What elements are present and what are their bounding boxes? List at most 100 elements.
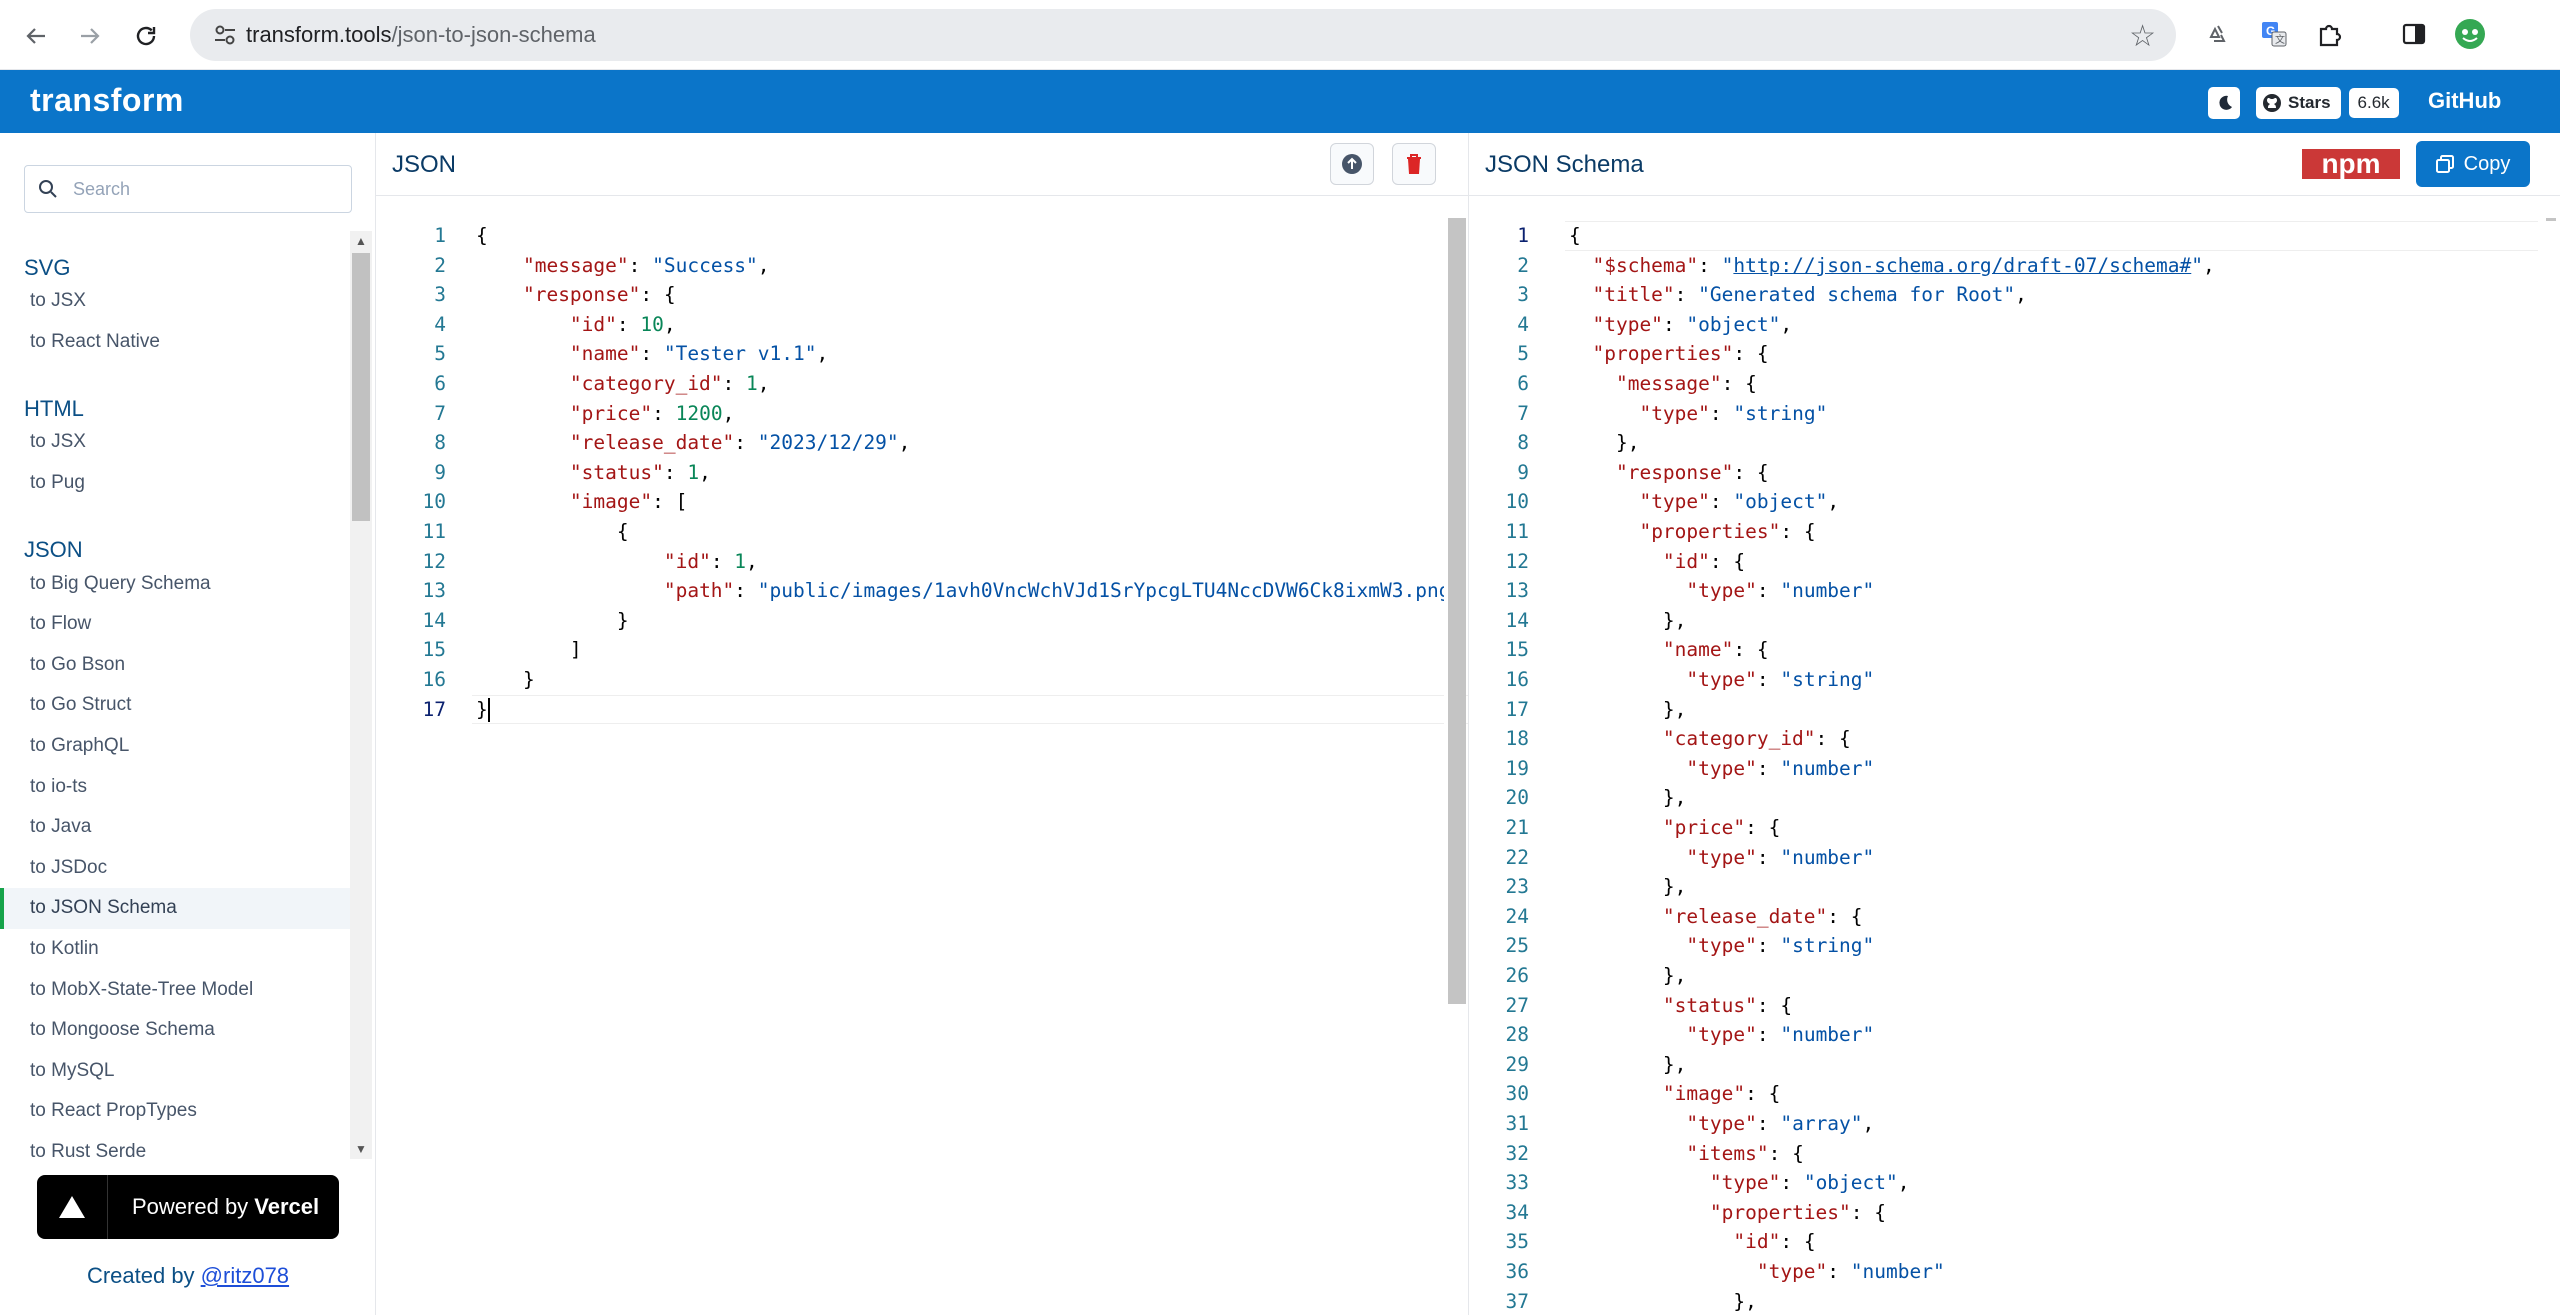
bookmark-star-icon[interactable]: ☆ xyxy=(2129,19,2156,54)
site-settings-icon[interactable] xyxy=(212,22,238,48)
code-token: : xyxy=(1756,1023,1781,1047)
line-number: 26 xyxy=(1505,964,1529,987)
scroll-up-icon[interactable]: ▲ xyxy=(350,231,372,251)
profile-avatar-icon[interactable] xyxy=(2452,16,2488,52)
search-box[interactable] xyxy=(24,165,352,213)
github-stars-label[interactable]: Stars xyxy=(2256,87,2341,119)
schema-url-link[interactable]: http://json-schema.org/draft-07/schema# xyxy=(1733,254,2191,277)
code-token: "image" xyxy=(569,490,653,514)
sidebar-item[interactable]: to Mongoose Schema xyxy=(0,1010,350,1051)
sidebar-item[interactable]: to JSX xyxy=(0,281,350,322)
side-panel-icon[interactable] xyxy=(2396,16,2432,52)
editor-scrollbar[interactable] xyxy=(1444,196,1466,1315)
editor-scroll-thumb[interactable] xyxy=(1448,218,1466,1004)
sidebar-item[interactable]: to JSDoc xyxy=(0,848,350,889)
code-token: "id" xyxy=(569,312,617,336)
code-line: } xyxy=(476,665,535,695)
sidebar-item[interactable]: to Rust Serde xyxy=(0,1132,350,1159)
sidebar-scroll-thumb[interactable] xyxy=(352,253,370,521)
npm-logo[interactable]: npm xyxy=(2302,149,2400,179)
sidebar-item[interactable]: to Kotlin xyxy=(0,929,350,970)
sidebar-item[interactable]: to Java xyxy=(0,807,350,848)
code-token: : xyxy=(1698,253,1722,277)
powered-by-vercel-button[interactable]: Powered by Vercel xyxy=(37,1175,339,1239)
recycle-extension-icon[interactable] xyxy=(2200,16,2236,52)
extensions-puzzle-icon[interactable] xyxy=(2312,16,2348,52)
back-icon[interactable] xyxy=(18,18,54,54)
schema-output-editor[interactable]: 1 {2 "$schema": "http://json-schema.org/d… xyxy=(1469,196,2560,1315)
line-number: 10 xyxy=(422,490,446,514)
line-number: 13 xyxy=(1505,579,1529,603)
line-number: 7 xyxy=(434,401,446,425)
code-token: "type" xyxy=(1686,756,1757,780)
code-token: "image" xyxy=(1662,1082,1746,1106)
code-token: "properties" xyxy=(1709,1200,1851,1224)
search-input[interactable] xyxy=(73,176,333,202)
code-token: "object" xyxy=(1686,312,1781,336)
line-number: 8 xyxy=(1517,431,1529,455)
code-line: "type": "number" xyxy=(1569,576,1874,606)
sidebar-item[interactable]: to Big Query Schema xyxy=(0,563,350,604)
copy-button[interactable]: Copy xyxy=(2416,141,2530,187)
code-token: : xyxy=(1780,1171,1804,1195)
dark-mode-toggle-icon[interactable] xyxy=(2208,87,2240,119)
address-bar[interactable]: transform.tools/json-to-json-schema ☆ xyxy=(190,9,2176,61)
scroll-down-icon[interactable]: ▼ xyxy=(350,1139,372,1159)
code-line: ] xyxy=(476,635,582,665)
line-number: 33 xyxy=(1505,1171,1529,1195)
schema-panel-title: JSON Schema xyxy=(1485,151,1644,178)
sidebar-item[interactable]: to React PropTypes xyxy=(0,1091,350,1132)
code-token: "path" xyxy=(663,579,735,603)
line-number: 3 xyxy=(1517,283,1529,307)
sidebar-item[interactable]: to JSON Schema xyxy=(0,888,350,929)
sidebar-item[interactable]: to io-ts xyxy=(0,766,350,807)
code-token: { xyxy=(1569,224,1581,247)
brand-logo[interactable]: transform xyxy=(30,82,184,119)
upload-button[interactable] xyxy=(1330,143,1374,185)
github-stars-count[interactable]: 6.6k xyxy=(2348,88,2399,118)
translate-extension-icon[interactable]: G文 xyxy=(2256,16,2292,52)
code-token: "type" xyxy=(1686,579,1757,603)
author-link[interactable]: @ritz078 xyxy=(201,1263,289,1288)
code-token: "string" xyxy=(1780,668,1875,691)
code-token: : { xyxy=(1709,549,1746,573)
code-line: "response": { xyxy=(476,280,676,310)
code-line: }, xyxy=(1569,961,1687,991)
code-token: , xyxy=(722,401,735,425)
code-token: "type" xyxy=(1686,845,1757,869)
code-token: } xyxy=(476,668,535,691)
sidebar-item[interactable]: to GraphQL xyxy=(0,726,350,767)
code-line: "status": { xyxy=(1569,991,1792,1021)
code-token: }, xyxy=(1569,1289,1757,1313)
clear-button[interactable] xyxy=(1392,143,1436,185)
code-line: "type": "string" xyxy=(1569,665,1874,695)
sidebar-scrollbar[interactable]: ▲ ▼ xyxy=(350,231,372,1159)
editor-scroll-thumb[interactable] xyxy=(2546,218,2556,221)
sidebar-item[interactable]: to Flow xyxy=(0,604,350,645)
reload-icon[interactable] xyxy=(128,18,164,54)
sidebar-item[interactable]: to Go Struct xyxy=(0,685,350,726)
sidebar-item[interactable]: to React Native xyxy=(0,322,350,363)
github-stars-badge[interactable]: Stars 6.6k xyxy=(2256,87,2399,119)
forward-icon[interactable] xyxy=(72,18,108,54)
code-token: : { xyxy=(1756,993,1793,1017)
code-line: }, xyxy=(1569,428,1640,458)
code-token: : xyxy=(616,312,641,336)
code-token: : xyxy=(1756,756,1781,780)
sidebar-item[interactable]: to JSX xyxy=(0,422,350,463)
line-number: 28 xyxy=(1505,1023,1529,1047)
github-link[interactable]: GitHub xyxy=(2428,88,2501,114)
line-number: 21 xyxy=(1505,816,1529,839)
editor-scrollbar[interactable] xyxy=(2538,196,2560,1315)
sidebar-item[interactable]: to MobX-State-Tree Model xyxy=(0,969,350,1010)
json-input-editor[interactable]: 1 {2 "message": "Success", 3 "response": {… xyxy=(376,196,1468,1315)
sidebar-item[interactable]: to Go Bson xyxy=(0,645,350,686)
sidebar-item[interactable]: to MySQL xyxy=(0,1051,350,1092)
sidebar-item[interactable]: to Pug xyxy=(0,463,350,504)
code-token: "price" xyxy=(1662,816,1746,839)
